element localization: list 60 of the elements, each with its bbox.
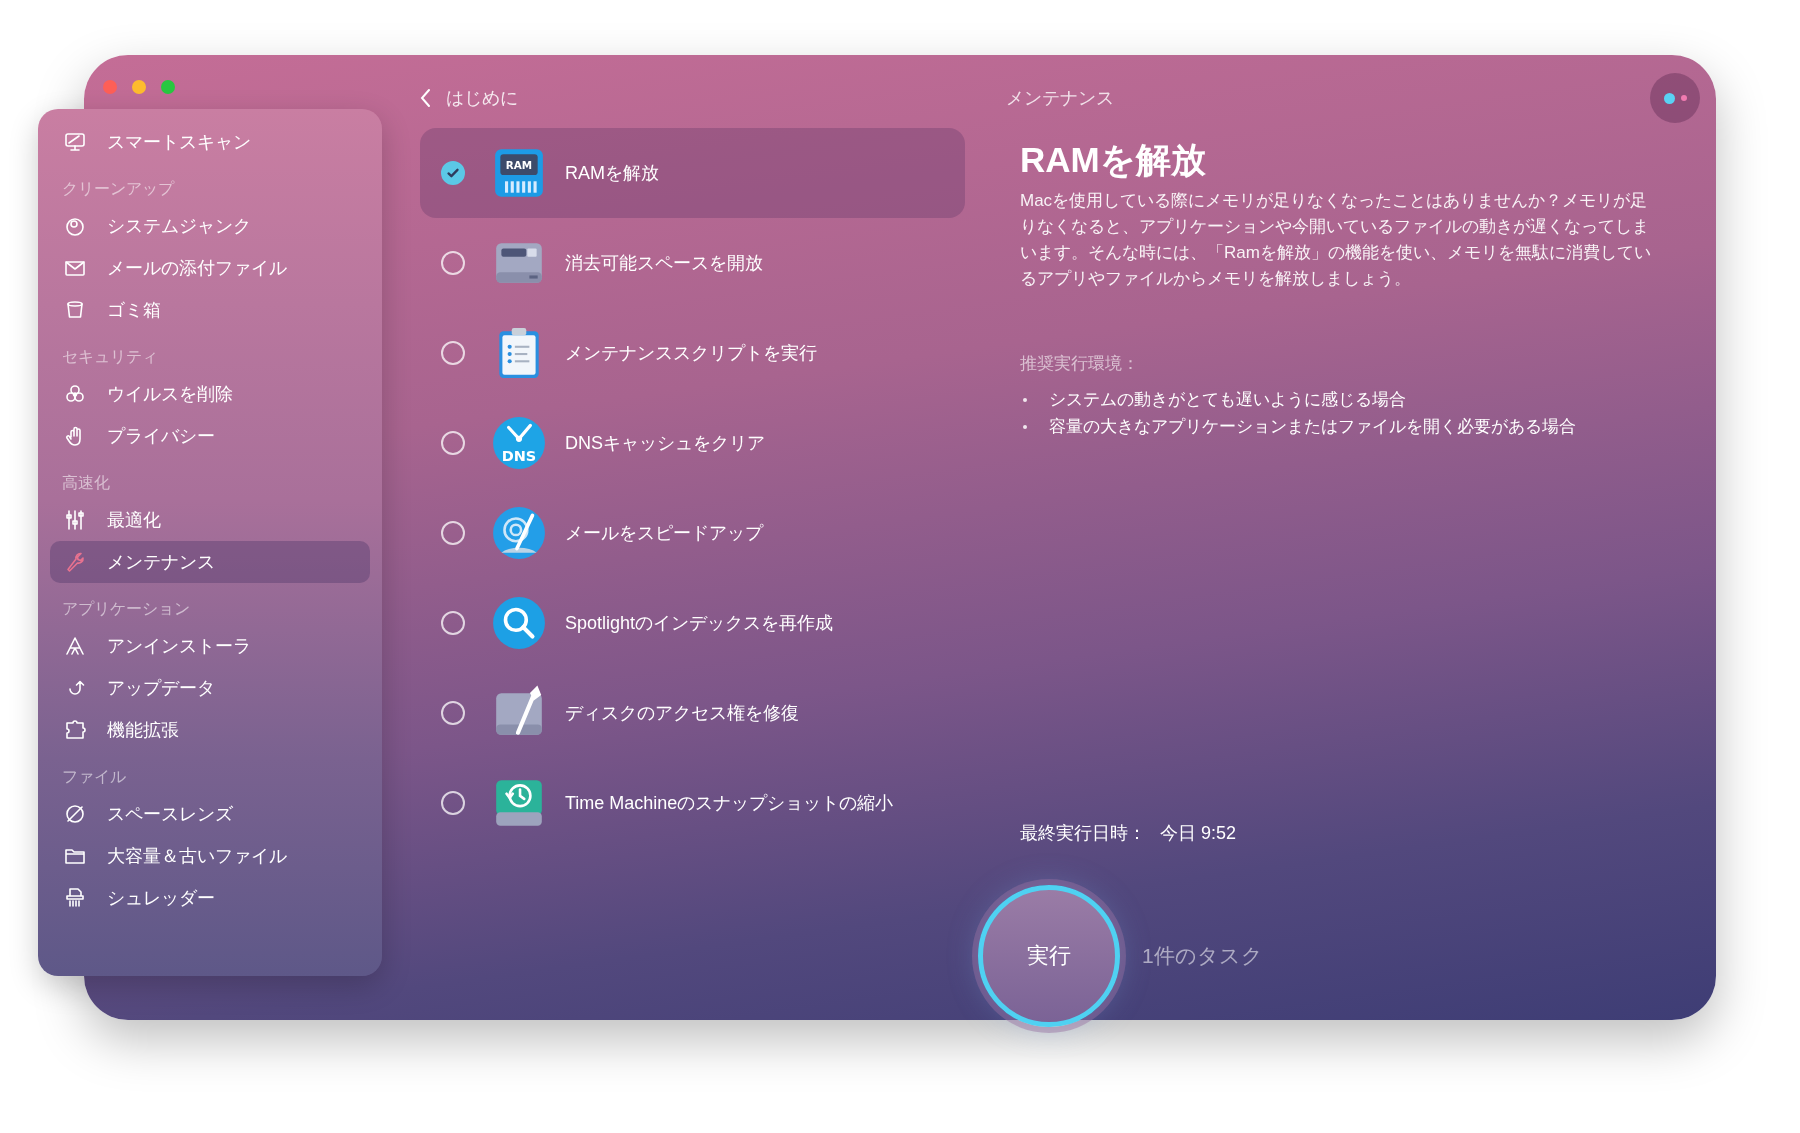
sidebar-item[interactable]: スマートスキャン (50, 121, 370, 163)
last-run-label: 最終実行日時： (1020, 822, 1146, 845)
minimize-button[interactable] (132, 80, 146, 94)
search-icon (491, 595, 547, 651)
sidebar-item[interactable]: ウイルスを削除 (50, 373, 370, 415)
task-label: 消去可能スペースを開放 (565, 252, 763, 275)
task-label: ディスクのアクセス権を修復 (565, 702, 799, 725)
task-row[interactable]: DNS DNSキャッシュをクリア (420, 398, 965, 488)
sidebar-item[interactable]: アップデータ (50, 667, 370, 709)
task-label: メールをスピードアップ (565, 522, 763, 545)
task-row[interactable]: Time Machineのスナップショットの縮小 (420, 758, 965, 848)
task-count: 1件のタスク (1142, 944, 1263, 967)
sidebar-item[interactable]: メールの添付ファイル (50, 247, 370, 289)
shredder-icon (63, 886, 87, 910)
sidebar-item[interactable]: スペースレンズ (50, 793, 370, 835)
sidebar-item[interactable]: 機能拡張 (50, 709, 370, 751)
sidebar-item[interactable]: ゴミ箱 (50, 289, 370, 331)
task-label: RAMを解放 (565, 162, 659, 185)
sidebar-item[interactable]: 大容量＆古いファイル (50, 835, 370, 877)
task-label: DNSキャッシュをクリア (565, 432, 765, 455)
run-button[interactable]: 実行 (978, 885, 1120, 1027)
sidebar-item[interactable]: システムジャンク (50, 205, 370, 247)
last-run-value: 今日 9:52 (1160, 822, 1237, 845)
sidebar-item[interactable]: シュレッダー (50, 877, 370, 919)
sidebar-item[interactable]: メンテナンス (50, 541, 370, 583)
sidebar-section-header: ファイル (61, 767, 127, 787)
chevron-left-icon (420, 88, 432, 108)
task-row[interactable]: 消去可能スペースを開放 (420, 218, 965, 308)
sidebar-item[interactable]: 最適化 (50, 499, 370, 541)
task-label: Spotlightのインデックスを再作成 (565, 612, 834, 635)
task-row[interactable]: RAM RAMを解放 (420, 128, 965, 218)
sidebar-section-header: アプリケーション (61, 599, 191, 619)
sidebar-section-header: クリーンアップ (61, 179, 176, 199)
details-title: RAMを解放 (1020, 139, 1207, 181)
recommendation-text: 容量の大きなアプリケーションまたはファイルを開く必要がある場合 (1049, 416, 1576, 438)
task-row[interactable]: Spotlightのインデックスを再作成 (420, 578, 965, 668)
task-label: Time Machineのスナップショットの縮小 (565, 792, 894, 815)
window-title: メンテナンス (1006, 87, 1114, 110)
bullet-dot (1023, 397, 1027, 402)
task-label: メンテナンススクリプトを実行 (565, 342, 817, 365)
puzzle-icon (63, 718, 87, 742)
task-row[interactable]: メールをスピードアップ (420, 488, 965, 578)
recommended-heading: 推奨実行環境： (1020, 353, 1140, 375)
letter-a-icon (63, 634, 87, 658)
sidebar-item[interactable]: アンインストーラ (50, 625, 370, 667)
task-row[interactable]: メンテナンススクリプトを実行 (420, 308, 965, 398)
dns-clock-icon: DNS (491, 415, 547, 471)
sidebar-item[interactable]: プライバシー (50, 415, 370, 457)
details-description: Macを使用している際にメモリが足りなくなったことはありませんか？メモリが足りなくなると、アプリケーションや今開いているファイルの動きが遅くなってしまいます。そんな時には、「Ramを解放」の機能を使い、メモリを無駄に消費しているアプリやファイルからメモリを解放しましょう。 (1020, 190, 1652, 290)
sliders-icon (63, 508, 87, 532)
monitor-icon (63, 130, 87, 154)
sidebar-section-header: セキュリティ (61, 347, 159, 367)
assistant-button[interactable] (1650, 73, 1700, 123)
mail-gauge-icon (491, 505, 547, 561)
bullet-dot (1023, 424, 1027, 429)
task-row[interactable]: ディスクのアクセス権を修復 (420, 668, 965, 758)
back-button[interactable]: はじめに (420, 82, 518, 114)
sidebar-section-header: 高速化 (61, 473, 111, 493)
recommendation-text: システムの動きがとても遅いように感じる場合 (1049, 389, 1406, 411)
task-checkbox[interactable] (441, 161, 465, 185)
